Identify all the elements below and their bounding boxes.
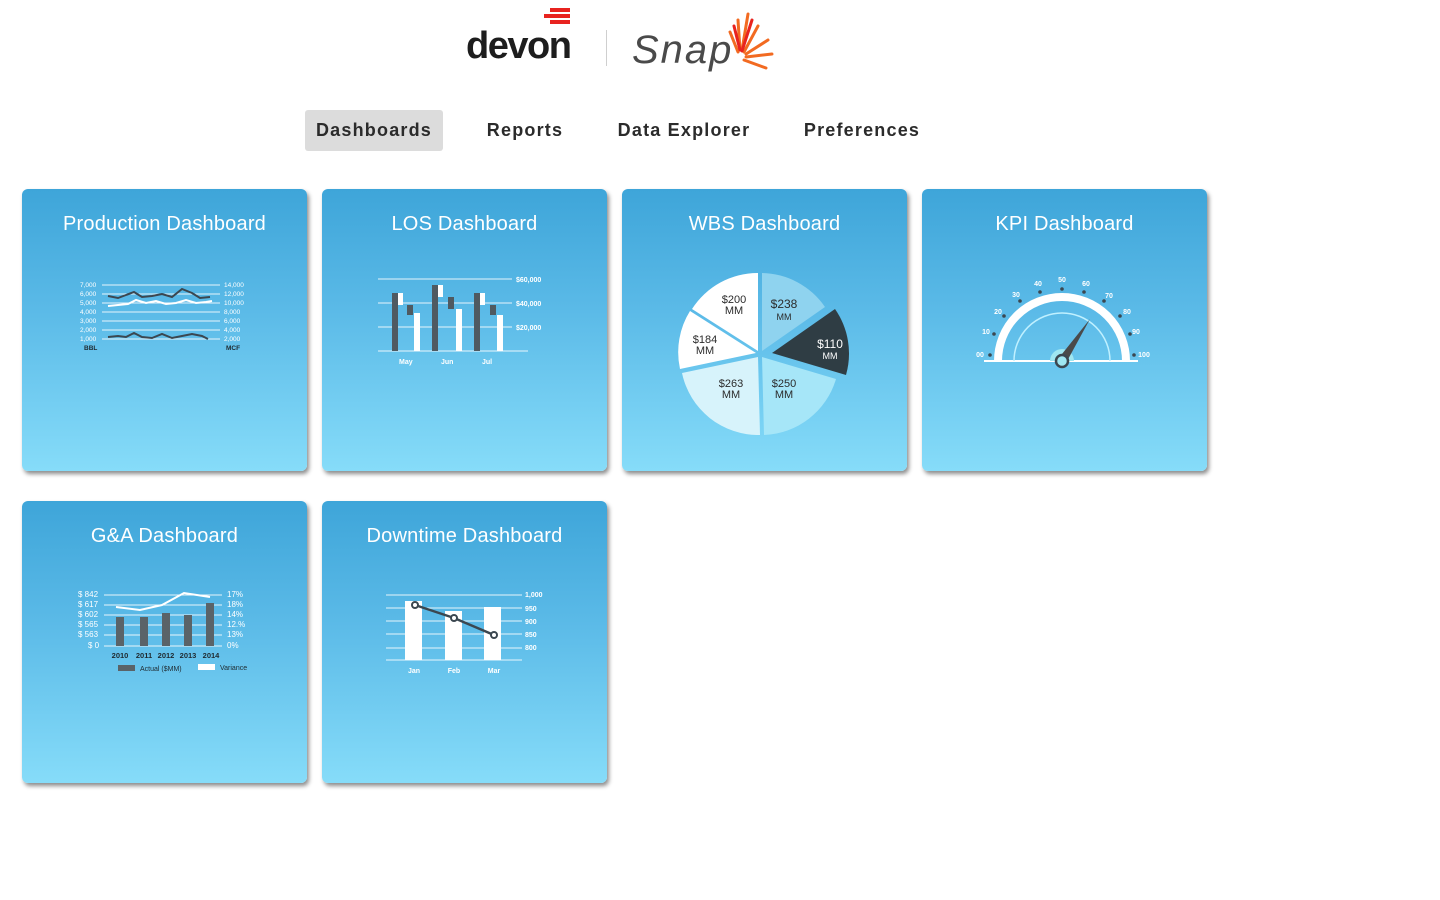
left-axis-label: $ 842	[78, 590, 99, 599]
left-axis-label: $ 563	[78, 630, 99, 639]
left-axis-label: $ 565	[78, 620, 99, 629]
slice-value: $110	[817, 337, 843, 351]
tile-title: LOS Dashboard	[391, 213, 538, 235]
right-axis-label: 8,000	[224, 309, 241, 316]
nav-dashboards[interactable]: Dashboards	[305, 110, 443, 151]
right-axis-label: 850	[525, 632, 537, 639]
gauge-label: 60	[1082, 281, 1090, 288]
right-axis-label: 2,000	[224, 336, 241, 343]
gauge-label: 10	[982, 329, 990, 336]
tile-downtime-dashboard[interactable]: Downtime Dashboard 1,000 950 900 850 800…	[322, 501, 607, 783]
left-axis-label: 4,000	[80, 309, 97, 316]
devon-wordmark: devon	[466, 25, 572, 67]
right-axis-label: 13%	[227, 630, 243, 639]
slice-unit: MM	[777, 312, 792, 322]
tile-wbs-dashboard[interactable]: WBS Dashboard $238 MM $110 MM $250 MM $2…	[622, 189, 907, 471]
left-axis-label: 6,000	[80, 291, 97, 298]
slice-unit: MM	[775, 389, 793, 401]
gauge-label: 90	[1132, 329, 1140, 336]
category-label: 2011	[136, 651, 152, 660]
tile-title: KPI Dashboard	[995, 213, 1134, 235]
category-label: Jan	[408, 668, 420, 675]
right-axis-label: $20,000	[516, 325, 541, 332]
tile-kpi-dashboard[interactable]: KPI Dashboard 00 10 20 30 40 50 60 70 80…	[922, 189, 1207, 471]
right-axis-label: 14,000	[224, 282, 244, 289]
category-label: 2013	[180, 651, 197, 660]
tile-title: WBS Dashboard	[688, 213, 841, 235]
category-label: Mar	[488, 668, 501, 675]
legend-label: Variance	[220, 665, 247, 672]
category-label: Jul	[482, 359, 492, 366]
bar-chart-icon: $60,000 $40,000 $20,000 May Jun Jul	[378, 277, 541, 366]
legend-label: Actual ($MM)	[140, 666, 182, 673]
slice-unit: MM	[725, 305, 743, 317]
legend-swatch-actual	[118, 665, 135, 671]
right-axis-label: 12.%	[227, 620, 245, 629]
header-logos: devon Snap	[0, 0, 1440, 80]
left-axis-label: 7,000	[80, 282, 97, 289]
left-axis-label: $ 602	[78, 610, 99, 619]
gauge-label: 40	[1034, 281, 1042, 288]
right-axis-label: 4,000	[224, 327, 241, 334]
slice-unit: MM	[823, 351, 838, 361]
right-axis-label: 14%	[227, 610, 243, 619]
slice-unit: MM	[696, 345, 714, 357]
tile-title: Production Dashboard	[62, 213, 266, 235]
right-axis-label: 10,000	[224, 300, 244, 307]
nav-preferences[interactable]: Preferences	[795, 110, 929, 151]
category-label: Jun	[441, 359, 453, 366]
right-axis-label: 17%	[227, 590, 243, 599]
left-axis-label: $ 0	[88, 641, 100, 650]
right-axis-label: $60,000	[516, 277, 541, 284]
left-axis-label: $ 617	[78, 600, 99, 609]
logo-divider	[606, 30, 607, 66]
gauge-label: 70	[1105, 293, 1113, 300]
tile-title: G&A Dashboard	[90, 525, 239, 547]
right-axis-label: 18%	[227, 600, 243, 609]
gauge-label: 100	[1138, 352, 1150, 359]
nav-reports[interactable]: Reports	[473, 110, 577, 151]
pie-chart-icon: $238 MM $110 MM $250 MM $263 MM $184 MM …	[678, 273, 849, 435]
right-axis-label: 800	[525, 645, 537, 652]
left-axis-label: 3,000	[80, 318, 97, 325]
tile-title: Downtime Dashboard	[366, 525, 563, 547]
right-unit-label: MCF	[226, 345, 240, 352]
gauge-label: 30	[1012, 292, 1020, 299]
gauge-label: 20	[994, 309, 1002, 316]
tile-los-dashboard[interactable]: LOS Dashboard $60,000 $40,000 $20,000 Ma…	[322, 189, 607, 471]
right-axis-label: 1,000	[525, 592, 543, 599]
snap-wordmark: Snap	[632, 28, 734, 72]
bar-line-chart-icon: 1,000 950 900 850 800 Jan Feb Mar	[386, 592, 543, 675]
left-axis-label: 2,000	[80, 327, 97, 334]
snap-logo: Snap	[630, 10, 780, 72]
right-axis-label: 12,000	[224, 291, 244, 298]
left-unit-label: BBL	[84, 345, 97, 352]
category-label: Feb	[448, 668, 460, 675]
legend-swatch-variance	[198, 664, 215, 670]
snap-burst-icon	[728, 12, 774, 70]
right-axis-label: $40,000	[516, 301, 541, 308]
gauge-label: 00	[976, 352, 984, 359]
right-axis-label: 900	[525, 619, 537, 626]
category-label: 2012	[158, 651, 175, 660]
tile-ga-dashboard[interactable]: G&A Dashboard $ 842 $ 617 $ 602 $ 565 $ …	[22, 501, 307, 783]
tile-production-dashboard[interactable]: Production Dashboard 7,000 6,000 5,000 4…	[22, 189, 307, 471]
line-chart-icon: 7,000 6,000 5,000 4,000 3,000 2,000 1,00…	[80, 282, 244, 352]
category-label: May	[399, 359, 413, 366]
right-axis-label: 950	[525, 606, 537, 613]
left-axis-label: 1,000	[80, 336, 97, 343]
category-label: 2010	[112, 651, 129, 660]
left-axis-label: 5,000	[80, 300, 97, 307]
right-axis-label: 6,000	[224, 318, 241, 325]
slice-value: $238	[771, 297, 798, 311]
right-axis-label: 0%	[227, 641, 239, 650]
gauge-label: 50	[1058, 277, 1066, 284]
nav-data-explorer[interactable]: Data Explorer	[611, 110, 757, 151]
category-label: 2014	[203, 651, 221, 660]
gauge-icon: 00 10 20 30 40 50 60 70 80 90 100	[976, 277, 1150, 369]
slice-unit: MM	[722, 389, 740, 401]
gauge-label: 80	[1123, 309, 1131, 316]
combo-chart-icon: $ 842 $ 617 $ 602 $ 565 $ 563 $ 0 17% 18…	[78, 590, 247, 673]
